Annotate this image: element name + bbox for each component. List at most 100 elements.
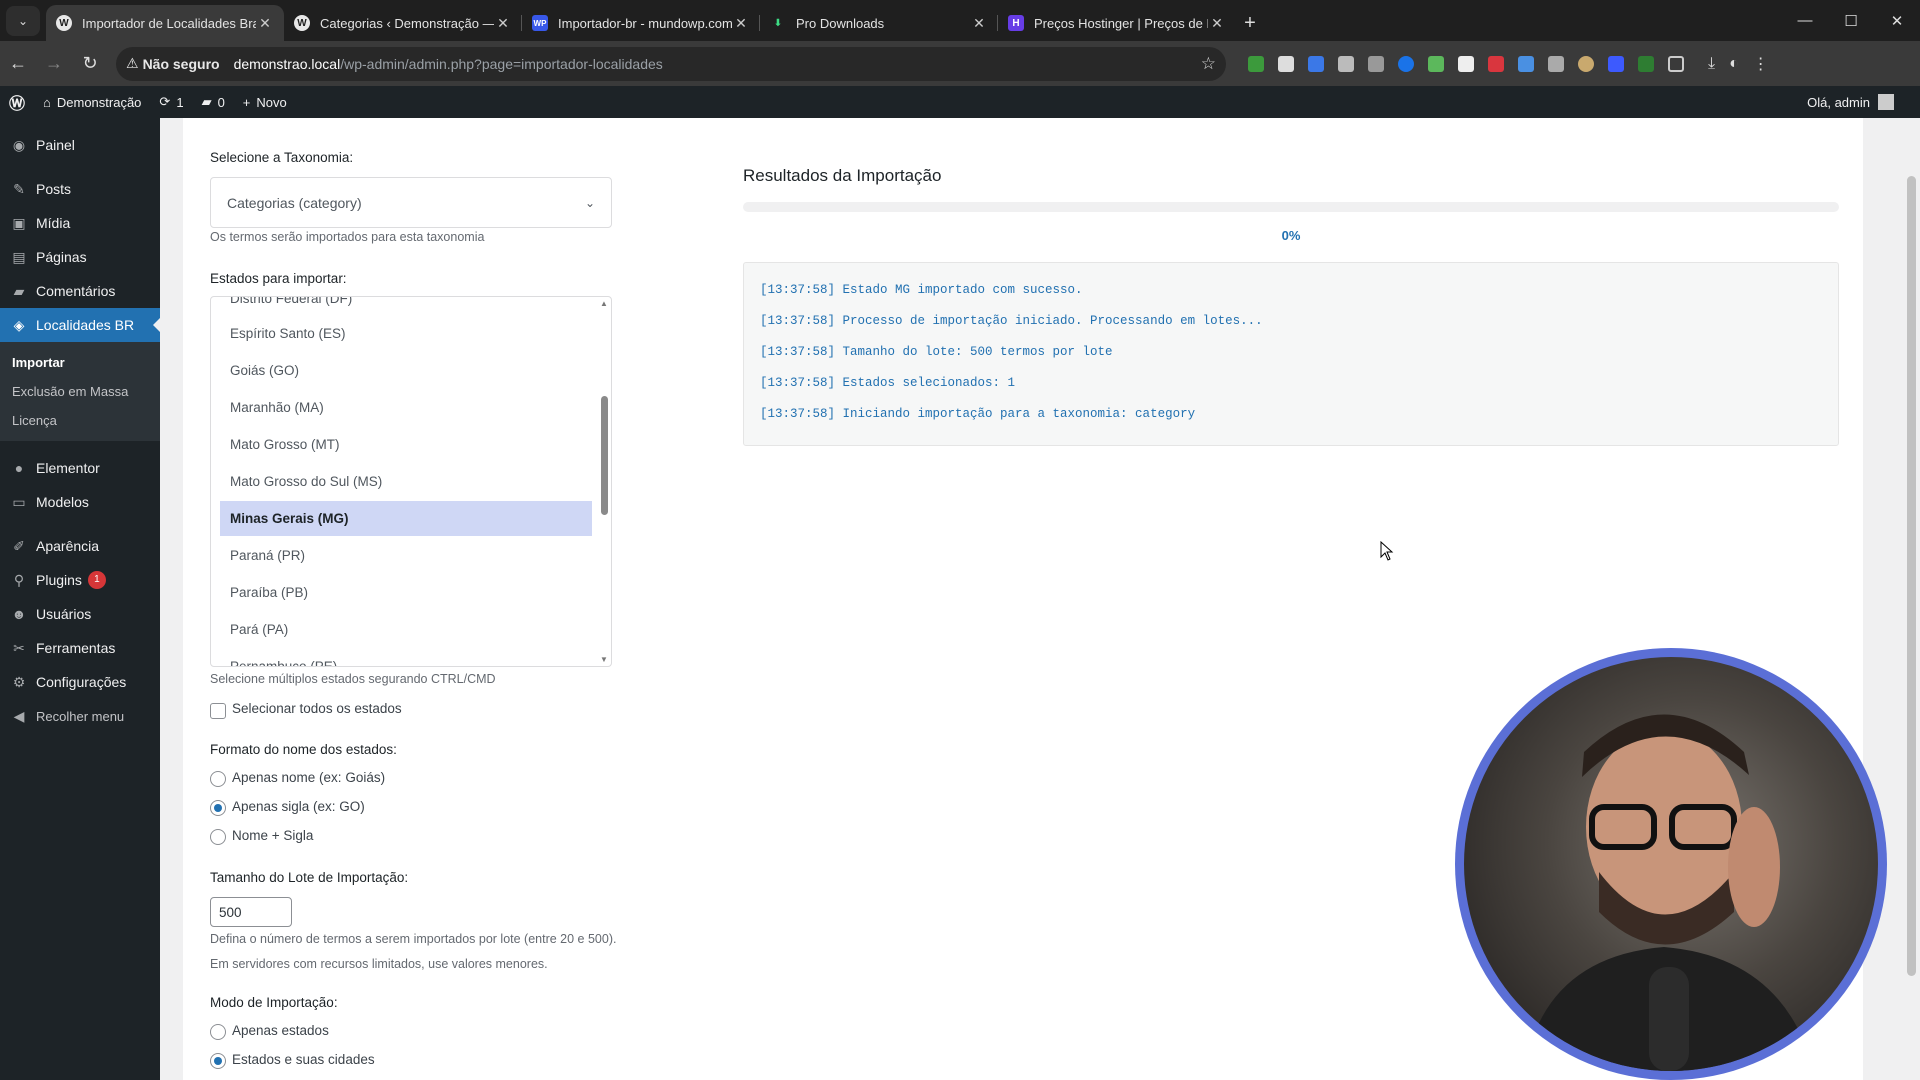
extension-icon[interactable] <box>1608 55 1624 72</box>
listbox-scroll-thumb[interactable] <box>601 396 608 515</box>
bookmark-star-icon[interactable]: ☆ <box>1201 54 1216 74</box>
address-bar[interactable]: ⚠ Não seguro demonstrao.local/wp-admin/a… <box>116 46 1226 81</box>
browser-toolbar: ← → ↻ ⚠ Não seguro demonstrao.local/wp-a… <box>0 41 1920 86</box>
import-mode-radio-cities[interactable] <box>210 1053 226 1069</box>
profile-icon[interactable]: ◐ <box>1729 55 1739 73</box>
scroll-down-icon[interactable]: ▼ <box>599 655 609 664</box>
sidebar-item-posts[interactable]: ✎ Posts <box>0 172 160 206</box>
state-option[interactable]: Pernambuco (PE) <box>220 649 592 666</box>
sidebar-item-paginas[interactable]: ▤ Páginas <box>0 240 160 274</box>
submenu-item-importar[interactable]: Importar <box>0 348 160 377</box>
tab-title: Categorias ‹ Demonstração — W <box>320 15 494 31</box>
import-mode-option[interactable]: Apenas estados <box>232 1023 329 1038</box>
extension-icon[interactable] <box>1518 55 1534 72</box>
minimize-icon[interactable]: — <box>1782 12 1828 29</box>
name-format-radio-name[interactable] <box>210 771 226 787</box>
close-icon[interactable]: ✕ <box>732 15 750 32</box>
sidebar-item-recolher-menu[interactable]: ◀ Recolher menu <box>0 699 160 733</box>
new-content-link[interactable]: + Novo <box>234 95 296 110</box>
page-scrollbar[interactable] <box>1903 118 1920 1080</box>
browser-tab[interactable]: W Importador de Localidades Bra ✕ <box>46 5 284 41</box>
new-tab-button[interactable]: + <box>1236 5 1264 41</box>
sidebar-item-elementor[interactable]: ● Elementor <box>0 451 160 485</box>
site-name-link[interactable]: ⌂ Demonstração <box>34 95 150 110</box>
import-mode-option[interactable]: Estados e suas cidades <box>232 1052 375 1067</box>
state-option-selected[interactable]: Minas Gerais (MG) <box>220 501 592 536</box>
name-format-option[interactable]: Apenas sigla (ex: GO) <box>232 799 365 814</box>
extensions-puzzle-icon[interactable] <box>1668 55 1684 72</box>
extension-icon[interactable] <box>1338 55 1354 72</box>
sidebar-item-localidades-br[interactable]: ◈ Localidades BR <box>0 308 160 342</box>
name-format-radio-both[interactable] <box>210 829 226 845</box>
updates-link[interactable]: ⟳ 1 <box>150 94 192 110</box>
page-scroll-thumb[interactable] <box>1907 176 1916 976</box>
state-option[interactable]: Mato Grosso do Sul (MS) <box>220 464 592 499</box>
state-option[interactable]: Paraná (PR) <box>220 538 592 573</box>
extension-icon[interactable] <box>1278 55 1294 72</box>
brush-icon: ✐ <box>13 537 25 554</box>
extension-icon[interactable] <box>1638 55 1654 72</box>
sidebar-item-aparencia[interactable]: ✐ Aparência <box>0 529 160 563</box>
close-icon[interactable]: ✕ <box>494 15 512 32</box>
plugin-icon: ⚲ <box>13 571 25 588</box>
state-option[interactable]: Espírito Santo (ES) <box>220 316 592 351</box>
account-menu[interactable]: Olá, admin <box>1807 94 1920 110</box>
select-all-checkbox[interactable] <box>210 703 226 719</box>
browser-tab[interactable]: H Preços Hostinger | Preços de H ✕ <box>998 5 1236 41</box>
wordpress-logo-icon[interactable]: Ⓦ <box>0 90 34 114</box>
extension-icon[interactable] <box>1308 55 1324 72</box>
tab-search-button[interactable]: ⌄ <box>6 6 40 36</box>
download-icon[interactable]: ⤓ <box>1708 55 1715 73</box>
extension-icon[interactable] <box>1398 55 1414 72</box>
import-mode-radio-states[interactable] <box>210 1024 226 1040</box>
taxonomy-select[interactable]: Categorias (category) ⌄ <box>210 177 612 228</box>
submenu-item-exclusao[interactable]: Exclusão em Massa <box>0 377 160 406</box>
submenu-item-licenca[interactable]: Licença <box>0 406 160 435</box>
sidebar-item-ferramentas[interactable]: ✂ Ferramentas <box>0 631 160 665</box>
browser-tab[interactable]: ⬇ Pro Downloads ✕ <box>760 5 998 41</box>
select-all-label[interactable]: Selecionar todos os estados <box>232 701 402 716</box>
name-format-option[interactable]: Apenas nome (ex: Goiás) <box>232 770 385 785</box>
forward-icon[interactable]: → <box>36 53 72 74</box>
close-icon[interactable]: ✕ <box>256 15 274 32</box>
scroll-up-icon[interactable]: ▲ <box>599 299 609 308</box>
batch-size-input[interactable]: 500 <box>210 897 292 927</box>
extension-icon[interactable] <box>1248 55 1264 72</box>
state-option[interactable]: Pará (PA) <box>220 612 592 647</box>
back-icon[interactable]: ← <box>0 53 36 74</box>
name-format-option[interactable]: Nome + Sigla <box>232 828 313 843</box>
sidebar-item-modelos[interactable]: ▭ Modelos <box>0 485 160 519</box>
extension-icon[interactable] <box>1488 55 1504 72</box>
comments-link[interactable]: ▰ 0 <box>193 94 234 110</box>
extension-icon[interactable] <box>1368 55 1384 72</box>
close-icon[interactable]: ✕ <box>970 15 988 32</box>
maximize-icon[interactable]: ☐ <box>1828 12 1874 30</box>
sidebar-item-plugins[interactable]: ⚲ Plugins 1 <box>0 563 160 597</box>
sidebar-item-painel[interactable]: ◉ Painel <box>0 128 160 162</box>
sidebar-item-comentarios[interactable]: ▰ Comentários <box>0 274 160 308</box>
listbox-scrollbar[interactable]: ▲ ▼ <box>597 297 611 666</box>
reload-icon[interactable]: ↻ <box>72 53 108 74</box>
extension-icon[interactable] <box>1548 55 1564 72</box>
states-listbox[interactable]: Distrito Federal (DF) Espírito Santo (ES… <box>210 296 612 667</box>
browser-tab[interactable]: W Categorias ‹ Demonstração — W ✕ <box>284 5 522 41</box>
state-option[interactable]: Paraíba (PB) <box>220 575 592 610</box>
state-option[interactable]: Mato Grosso (MT) <box>220 427 592 462</box>
state-option[interactable]: Goiás (GO) <box>220 353 592 388</box>
batch-size-hint: Em servidores com recursos limitados, us… <box>210 957 548 971</box>
close-icon[interactable]: ✕ <box>1208 15 1226 32</box>
name-format-radio-sigla[interactable] <box>210 800 226 816</box>
close-window-icon[interactable]: ✕ <box>1874 12 1920 30</box>
security-indicator[interactable]: ⚠ Não seguro <box>126 55 220 72</box>
state-option[interactable]: Maranhão (MA) <box>220 390 592 425</box>
extension-icon[interactable] <box>1578 55 1594 72</box>
wrench-icon: ✂ <box>13 639 25 656</box>
sidebar-item-configuracoes[interactable]: ⚙ Configurações <box>0 665 160 699</box>
sidebar-item-usuarios[interactable]: ☻ Usuários <box>0 597 160 631</box>
browser-menu-icon[interactable]: ⋮ <box>1753 54 1769 74</box>
browser-tab[interactable]: WP Importador-br - mundowp.com ✕ <box>522 5 760 41</box>
extension-icon[interactable] <box>1458 55 1474 72</box>
sidebar-item-midia[interactable]: ▣ Mídia <box>0 206 160 240</box>
extension-icon[interactable] <box>1428 55 1444 72</box>
state-option[interactable]: Distrito Federal (DF) <box>220 297 592 316</box>
